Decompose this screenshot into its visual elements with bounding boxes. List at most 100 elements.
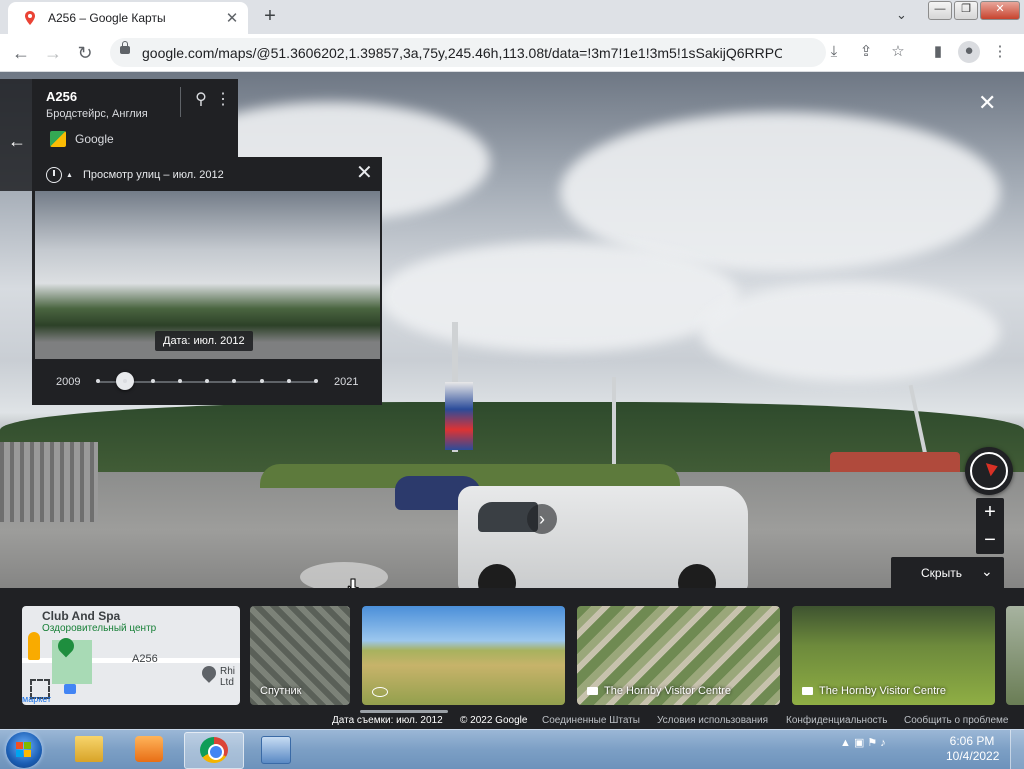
photo-caption: The Hornby Visitor Centre [587,685,731,697]
bookmark-star-icon[interactable]: ☆ [888,42,908,62]
media-player-icon [135,736,163,762]
privacy-link[interactable]: Конфиденциальность [786,715,887,726]
year-start-label: 2009 [56,376,81,388]
cloud [380,242,740,352]
more-options-icon[interactable]: ⋮ [215,89,231,111]
time-machine-title: Просмотр улиц – июл. 2012 [82,169,224,181]
zoom-out-button[interactable]: − [976,526,1004,554]
tab-close-icon[interactable]: ✕ [222,9,242,27]
historical-preview-image[interactable]: Дата: июл. 2012 [35,191,380,359]
install-icon[interactable]: ⤓ [824,42,844,62]
photo-caption-text: The Hornby Visitor Centre [819,685,946,697]
report-problem-link[interactable]: Сообщить о проблеме [904,715,1008,726]
lock-icon [120,41,130,54]
system-tray-icons[interactable]: ▲ ▣ ⚑ ♪ [840,736,886,749]
folder-icon [75,736,103,762]
time-slider-tick[interactable] [259,379,264,383]
cloud [700,282,1000,382]
country-link[interactable]: Соединенные Штаты [542,715,640,726]
clock-date: 10/4/2022 [946,749,1000,763]
van-wheel [678,564,716,588]
maximize-button[interactable]: ❐ [954,1,978,20]
reload-button[interactable]: ↻ [72,40,98,66]
close-window-button[interactable]: ✕ [980,1,1020,20]
taskbar-explorer[interactable] [60,732,118,767]
windows-logo-icon [16,742,23,749]
photo-card-hornby[interactable]: The Hornby Visitor Centre [792,606,995,705]
map-poi-pin-icon [199,663,219,683]
back-button[interactable]: ← [8,40,34,66]
minimap-card[interactable]: Club And Spa Оздоровительный центр A256 … [22,606,240,705]
compass-icon[interactable] [965,447,1013,495]
map-road-label: A256 [132,653,158,665]
address-bar[interactable]: google.com/maps/@51.3606202,1.39857,3a,7… [110,38,826,67]
windows-logo-icon [24,750,31,757]
satellite-card[interactable]: Спутник [250,606,350,705]
time-slider-tick[interactable] [177,379,182,383]
profile-avatar-icon[interactable]: ● [958,41,980,63]
copyright: © 2022 Google [460,715,528,726]
forward-button[interactable]: → [40,40,66,66]
photo-card-hornby[interactable]: The Hornby Visitor Centre [577,606,780,705]
history-clock-icon [46,167,62,183]
image-source: Google [75,132,114,146]
windows-logo-icon [16,750,23,757]
shopping-cart-icon [64,684,76,694]
lamp-post [612,377,616,477]
google-maps-favicon-icon [22,10,38,26]
photo-card-panorama[interactable] [362,606,565,705]
map-label-spa: Club And Spa [42,609,121,623]
taskbar-network-app[interactable] [246,732,304,767]
new-tab-button[interactable]: + [258,4,282,28]
close-street-view-icon[interactable]: ✕ [978,92,996,114]
tab-google-maps[interactable]: A256 – Google Карты ✕ [8,2,248,34]
tab-title: A256 – Google Карты [48,11,166,25]
taskbar-chrome[interactable] [184,732,244,769]
capture-date: Дата съемки: июл. 2012 [332,715,443,726]
hide-imagery-button[interactable]: Скрыть ⌄ [891,557,1004,588]
taskbar-media-player[interactable] [120,732,178,767]
pegman-icon[interactable] [28,632,40,660]
chrome-icon [200,737,228,763]
place-subtitle: Бродстейрс, Англия [46,108,148,120]
tab-search-button[interactable]: ⌄ [896,7,907,23]
imagery-strip: Club And Spa Оздоровительный центр A256 … [0,588,1024,713]
side-panel-icon[interactable]: ▮ [928,42,948,62]
back-to-map-bar[interactable]: ← [0,79,32,191]
back-arrow-icon[interactable]: ← [8,131,26,152]
taskbar-clock[interactable]: 6:06 PM 10/4/2022 [946,734,1000,764]
fence [0,442,98,522]
minimize-button[interactable]: — [928,1,952,20]
url-text[interactable]: google.com/maps/@51.3606202,1.39857,3a,7… [142,45,782,61]
clock-time: 6:06 PM [949,734,995,748]
time-machine-header[interactable]: ▲ Просмотр улиц – июл. 2012 [46,167,224,183]
share-icon[interactable]: ⇪ [856,42,876,62]
white-van [458,486,748,588]
satellite-label: Спутник [260,685,302,697]
move-forward-arrow-icon[interactable]: › [527,504,557,534]
time-slider-tick[interactable] [96,379,100,383]
360-photo-icon [372,687,388,697]
chevron-down-icon: ⌄ [981,563,993,579]
start-button[interactable] [6,732,42,768]
network-app-icon [261,736,291,764]
hide-label: Скрыть [921,566,962,580]
time-machine-panel: ▲ Просмотр улиц – июл. 2012 ✕ Дата: июл.… [32,157,382,405]
close-time-machine-icon[interactable]: ✕ [356,163,373,183]
time-slider-tick[interactable] [286,379,291,383]
fuel-price-sign [445,382,473,450]
photo-card-partial[interactable] [1006,606,1024,705]
terms-link[interactable]: Условия использования [657,715,768,726]
map-label-shop: маркет [22,694,52,704]
show-desktop-button[interactable] [1010,730,1024,769]
zoom-in-button[interactable]: + [976,498,1004,526]
camera-icon [802,687,813,695]
divider [180,87,181,117]
windows-logo-icon [24,742,31,749]
time-slider-tick[interactable] [205,379,209,383]
location-pin-icon[interactable]: ⚲ [190,89,212,111]
place-info-panel: A256 Бродстейрс, Англия ⚲ ⋮ Google [32,79,238,157]
browser-menu-icon[interactable]: ⋮ [990,42,1010,62]
time-slider-tick[interactable] [150,379,155,383]
time-slider-tick[interactable] [314,379,318,383]
